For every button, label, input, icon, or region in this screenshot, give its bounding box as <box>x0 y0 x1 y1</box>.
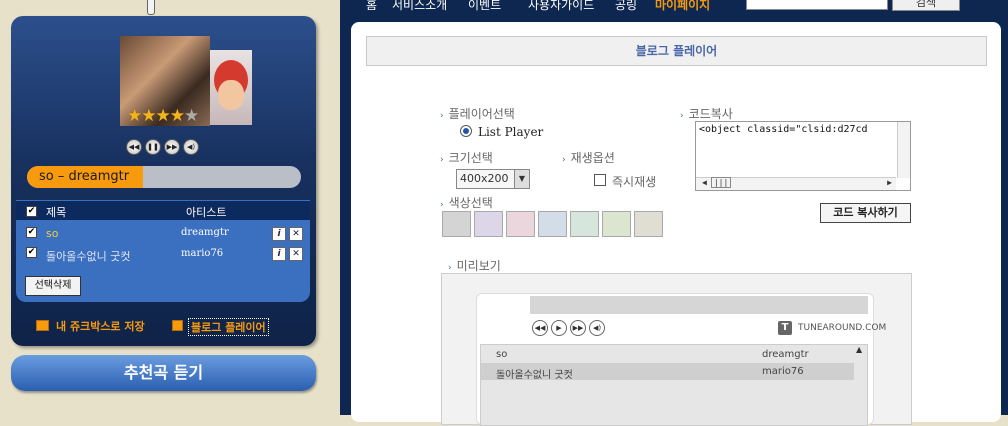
folder-icon <box>36 320 49 331</box>
next-button[interactable]: ▶▶ <box>164 139 180 155</box>
horizontal-scrollbar[interactable]: ◀ ||| ▶ <box>696 177 896 190</box>
close-icon[interactable]: ✕ <box>289 227 303 241</box>
header-title: 제목 <box>46 206 67 219</box>
autoplay-checkbox[interactable] <box>594 174 606 186</box>
color-swatch[interactable] <box>442 211 471 237</box>
size-dropdown[interactable]: 400x200 ▼ <box>456 169 530 189</box>
chevron-down-icon: ▼ <box>514 170 529 188</box>
size-select-label: › 크기선택 <box>440 151 493 165</box>
preview-volume-icon[interactable]: ◀) <box>589 320 605 336</box>
embed-code-text: <object classid="clsid:d27cd <box>699 124 868 135</box>
album-art-secondary <box>210 50 252 125</box>
select-all-checkbox[interactable]: ✔ <box>26 206 37 217</box>
row-checkbox[interactable]: ✔ <box>26 247 37 258</box>
code-copy-label: › 코드복사 <box>680 107 733 121</box>
preview-play-icon[interactable]: ▶ <box>551 320 567 336</box>
color-swatch[interactable] <box>602 211 631 237</box>
preview-row-artist: dreamgtr <box>762 349 809 360</box>
list-player-radio[interactable] <box>460 125 472 137</box>
copy-code-button[interactable]: 코드 복사하기 <box>820 203 911 223</box>
volume-button[interactable]: ◀) <box>183 139 199 155</box>
preview-title-bar <box>530 296 868 314</box>
color-swatch[interactable] <box>634 211 663 237</box>
row-title[interactable]: so <box>46 227 58 240</box>
preview-row-title: so <box>496 349 508 360</box>
preview-prev-icon[interactable]: ◀◀ <box>532 320 548 336</box>
recommend-songs-button[interactable]: 추천곡 듣기 <box>11 355 316 391</box>
nav-link[interactable]: 공링 <box>615 0 637 13</box>
row-checkbox[interactable]: ✔ <box>26 227 37 238</box>
preview-row-artist: mario76 <box>762 366 804 377</box>
nav-event[interactable]: 이벤트 <box>468 0 501 13</box>
list-player-option: List Player <box>478 125 544 139</box>
nav-mypage[interactable]: 마이페이지 <box>655 0 710 13</box>
preview-row-title: 돌아올수없니 굿컷 <box>496 370 573 381</box>
now-playing-text: so – dreamgtr <box>39 169 130 184</box>
now-playing-bar[interactable]: so – dreamgtr <box>27 166 301 188</box>
hanger-decoration <box>147 0 155 15</box>
save-to-jukebox-link[interactable]: 내 쥬크박스로 저장 <box>56 318 145 334</box>
playback-option-label: › 재생옵션 <box>562 151 615 165</box>
info-icon[interactable]: i <box>272 227 286 241</box>
rating-stars[interactable]: ★★★★★ <box>127 106 199 126</box>
search-input[interactable] <box>746 0 888 10</box>
blog-player-link[interactable]: 블로그 플레이어 <box>188 318 269 336</box>
close-icon[interactable]: ✕ <box>289 247 303 261</box>
preview-next-icon[interactable]: ▶▶ <box>570 320 586 336</box>
row-artist: dreamgtr <box>181 227 229 238</box>
tunearound-logo-icon: T <box>778 321 792 335</box>
preview-list <box>480 344 868 426</box>
pause-button[interactable]: ❚❚ <box>145 139 161 155</box>
brand-name: TUNEAROUND.COM <box>798 323 887 333</box>
color-select-label: › 색상선택 <box>440 196 493 210</box>
autoplay-label: 즉시재생 <box>612 175 657 189</box>
search-button[interactable]: 검색 <box>892 0 960 11</box>
nav-service[interactable]: 서비스소개 <box>392 0 447 13</box>
info-icon[interactable]: i <box>272 247 286 261</box>
player-select-label: › 플레이어선택 <box>440 107 515 121</box>
color-swatch[interactable] <box>538 211 567 237</box>
header-artist: 아티스트 <box>186 206 227 219</box>
row-artist: mario76 <box>181 248 224 259</box>
prev-button[interactable]: ◀◀ <box>126 139 142 155</box>
nav-home[interactable]: 홈 <box>366 0 377 13</box>
nav-guide[interactable]: 사용자가이드 <box>528 0 594 13</box>
row-title[interactable]: 돌아올수없니 굿컷 <box>46 248 130 264</box>
preview-scroll-up-icon[interactable]: ▲ <box>856 345 862 354</box>
vertical-scrollbar[interactable] <box>897 122 910 178</box>
color-swatch[interactable] <box>506 211 535 237</box>
page-title: 블로그 플레이어 <box>366 36 987 66</box>
delete-selected-button[interactable]: 선택삭제 <box>25 276 81 296</box>
color-swatch[interactable] <box>474 211 503 237</box>
color-swatch[interactable] <box>570 211 599 237</box>
blog-icon <box>172 320 183 331</box>
embed-code-textarea[interactable]: <object classid="clsid:d27cd ◀ ||| ▶ <box>695 121 911 191</box>
size-value: 400x200 <box>460 172 509 185</box>
preview-label: › 미리보기 <box>448 259 501 273</box>
